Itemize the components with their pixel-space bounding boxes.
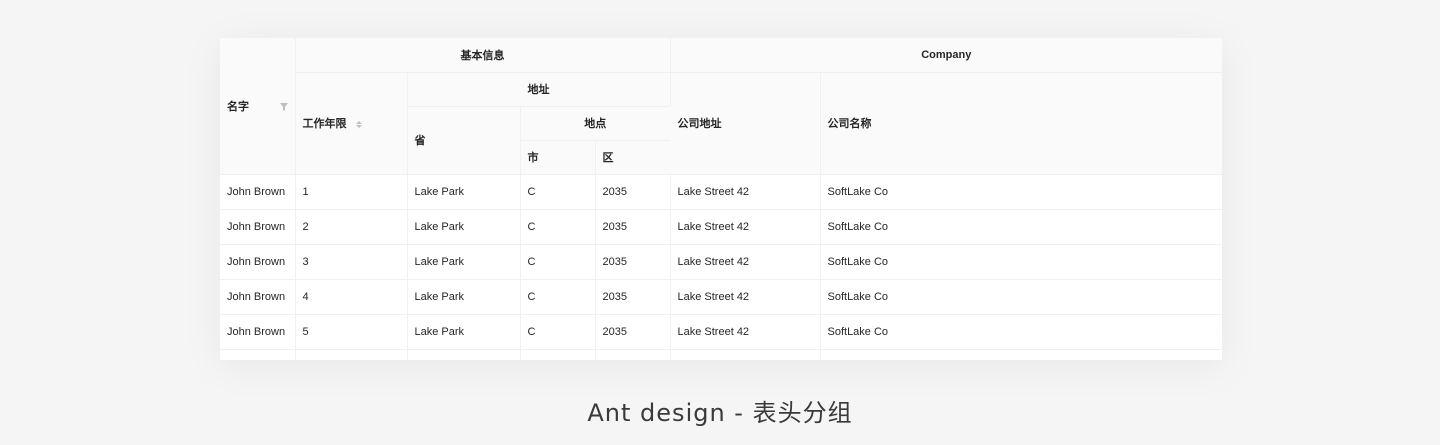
cell-city: C: [520, 244, 596, 280]
header-name[interactable]: 名字: [220, 38, 296, 175]
cell-years: 2: [295, 209, 408, 245]
header-work-years[interactable]: 工作年限: [295, 72, 408, 175]
cell-province: Lake Park: [407, 279, 521, 315]
cell-district: 2035: [595, 279, 671, 315]
page-caption: Ant design - 表头分组: [587, 399, 853, 427]
cell-city: C: [520, 314, 596, 350]
cell-district: 2035: [595, 314, 671, 350]
cell-city: C: [520, 174, 596, 210]
header-name-label: 名字: [227, 100, 249, 113]
cell-company-address: Lake Street 42: [670, 174, 821, 210]
grouped-header-table-card: 名字 基本信息 Company 工作年限 地址 公司地址 公司名称 省 地点 市…: [220, 38, 1222, 360]
header-city: 市: [520, 140, 596, 175]
cell-name: John Brown: [220, 174, 296, 210]
header-district: 区: [595, 140, 670, 175]
cell-province: Lake Park: [407, 174, 521, 210]
cell-company-name: SoftLake Co: [820, 314, 1222, 350]
grouped-header-table: 名字 基本信息 Company 工作年限 地址 公司地址 公司名称 省 地点 市…: [220, 38, 1222, 360]
cell-company-address: Lake Street 42: [670, 279, 821, 315]
table-row[interactable]: John Brown 2 Lake Park C 2035 Lake Stree…: [220, 209, 1222, 245]
cell-name: John Brown: [220, 279, 296, 315]
table-header: 名字 基本信息 Company 工作年限 地址 公司地址 公司名称 省 地点 市…: [220, 38, 1222, 175]
cell-years: 4: [295, 279, 408, 315]
header-basic-info: 基本信息: [295, 38, 671, 73]
cell-years: 5: [295, 314, 408, 350]
table-row[interactable]: John Brown 1 Lake Park C 2035 Lake Stree…: [220, 174, 1222, 210]
cell-company-address: Lake Street 42: [670, 244, 821, 280]
cell-company-address: Lake Street 42: [670, 314, 821, 350]
cell-city: C: [520, 279, 596, 315]
table-body: John Brown 1 Lake Park C 2035 Lake Stree…: [220, 174, 1222, 360]
cell-province: Lake Park: [407, 314, 521, 350]
cell-company-name: SoftLake Co: [820, 209, 1222, 245]
cell-district: 2035: [595, 244, 671, 280]
cell-name: John Brown: [220, 314, 296, 350]
filter-icon[interactable]: [279, 102, 288, 111]
sort-icon[interactable]: [355, 120, 362, 128]
table-row-partial: [220, 349, 1222, 360]
cell-company-name: SoftLake Co: [820, 244, 1222, 280]
cell-years: 1: [295, 174, 408, 210]
cell-company-name: SoftLake Co: [820, 279, 1222, 315]
header-company: Company: [670, 38, 1222, 73]
header-work-years-label: 工作年限: [302, 118, 347, 130]
header-province: 省: [407, 106, 521, 175]
header-company-address: 公司地址: [670, 72, 821, 175]
cell-name: John Brown: [220, 209, 296, 245]
cell-company-address: Lake Street 42: [670, 209, 821, 245]
header-location: 地点: [520, 106, 670, 141]
cell-district: 2035: [595, 209, 671, 245]
cell-city: C: [520, 209, 596, 245]
cell-company-name: SoftLake Co: [820, 174, 1222, 210]
table-row[interactable]: John Brown 4 Lake Park C 2035 Lake Stree…: [220, 279, 1222, 315]
cell-province: Lake Park: [407, 209, 521, 245]
cell-name: John Brown: [220, 244, 296, 280]
header-address: 地址: [407, 72, 671, 107]
table-row[interactable]: John Brown 3 Lake Park C 2035 Lake Stree…: [220, 244, 1222, 280]
cell-province: Lake Park: [407, 244, 521, 280]
header-company-name: 公司名称: [820, 72, 1222, 175]
cell-district: 2035: [595, 174, 671, 210]
cell-years: 3: [295, 244, 408, 280]
table-row[interactable]: John Brown 5 Lake Park C 2035 Lake Stree…: [220, 314, 1222, 350]
